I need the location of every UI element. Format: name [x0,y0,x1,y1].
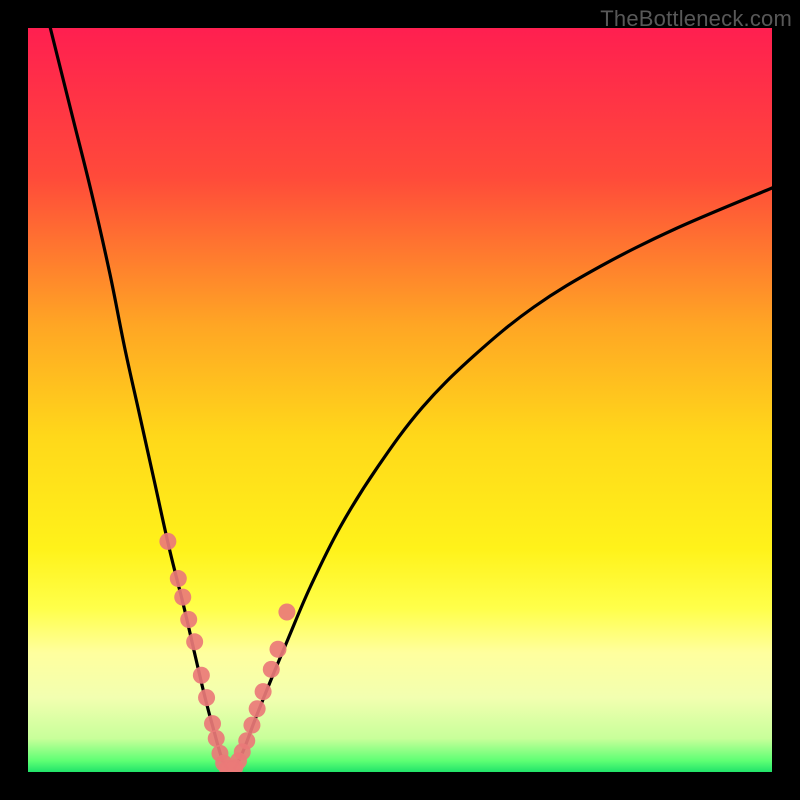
marker-point [249,700,266,717]
marker-point [174,589,191,606]
marker-point [180,611,197,628]
gradient-background [28,28,772,772]
marker-point [170,570,187,587]
marker-point [159,533,176,550]
marker-point [208,730,225,747]
marker-point [263,661,280,678]
marker-point [186,633,203,650]
marker-point [269,641,286,658]
plot-area [28,28,772,772]
marker-point [238,732,255,749]
marker-point [278,604,295,621]
marker-point [198,689,215,706]
marker-point [243,717,260,734]
marker-point [204,715,221,732]
chart-svg [28,28,772,772]
chart-frame: TheBottleneck.com [0,0,800,800]
marker-point [193,667,210,684]
marker-point [255,683,272,700]
watermark-label: TheBottleneck.com [600,6,792,32]
